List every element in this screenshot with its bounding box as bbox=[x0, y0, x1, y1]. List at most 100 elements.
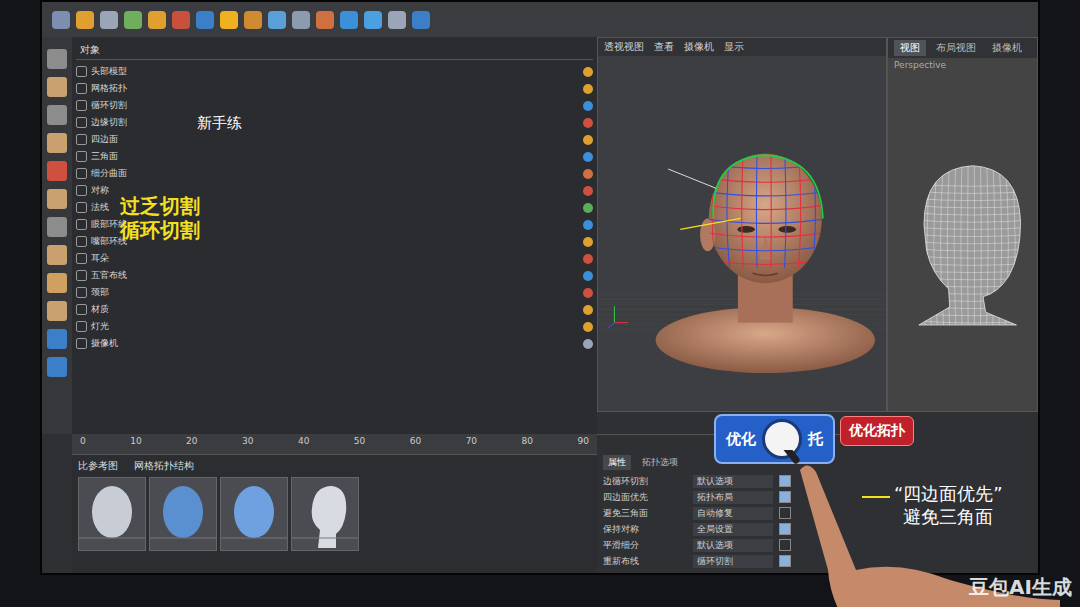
tool-icon[interactable] bbox=[47, 301, 67, 321]
property-checkbox[interactable] bbox=[779, 523, 791, 535]
tool-icon[interactable] bbox=[316, 11, 334, 29]
reference-thumbnail[interactable] bbox=[291, 477, 359, 551]
tool-icon[interactable] bbox=[47, 161, 67, 181]
status-dot-icon bbox=[583, 288, 593, 298]
object-row[interactable]: 网格拓扑 bbox=[76, 80, 593, 97]
workspace: 透视视图查看摄像机显示视图布局视图摄像机Perspective对象头部模型网格拓… bbox=[42, 37, 1038, 573]
optimize-topology-button[interactable]: 优化拓扑 bbox=[840, 416, 914, 446]
object-icon bbox=[76, 151, 87, 162]
viewport-tab[interactable]: 布局视图 bbox=[930, 40, 982, 56]
tool-icon[interactable] bbox=[412, 11, 430, 29]
property-checkbox[interactable] bbox=[779, 475, 791, 487]
optimize-toggle[interactable]: 优化托 bbox=[714, 414, 835, 464]
status-dot-icon bbox=[583, 152, 593, 162]
properties-tab[interactable]: 拓扑选项 bbox=[637, 455, 683, 470]
thumbnail-strip bbox=[72, 477, 597, 551]
property-value[interactable]: 循环切割 bbox=[693, 555, 773, 568]
reference-thumbnail[interactable] bbox=[149, 477, 217, 551]
object-label: 耳朵 bbox=[91, 252, 579, 265]
tool-icon[interactable] bbox=[47, 273, 67, 293]
object-row[interactable]: 颈部 bbox=[76, 284, 593, 301]
tool-icon[interactable] bbox=[52, 11, 70, 29]
thumbnail-title: 比参考图 bbox=[78, 459, 118, 473]
tool-icon[interactable] bbox=[47, 329, 67, 349]
status-dot-icon bbox=[583, 305, 593, 315]
property-value[interactable]: 默认选项 bbox=[693, 539, 773, 552]
tool-icon[interactable] bbox=[47, 49, 67, 69]
tool-icon[interactable] bbox=[100, 11, 118, 29]
status-dot-icon bbox=[583, 203, 593, 213]
object-row[interactable]: 五官布线 bbox=[76, 267, 593, 284]
tool-icon[interactable] bbox=[196, 11, 214, 29]
viewport-tab[interactable]: 摄像机 bbox=[986, 40, 1028, 56]
object-icon bbox=[76, 83, 87, 94]
property-value[interactable]: 默认选项 bbox=[693, 475, 773, 488]
object-row[interactable]: 四边面 bbox=[76, 131, 593, 148]
status-dot-icon bbox=[583, 118, 593, 128]
viewport-menu-item[interactable]: 查看 bbox=[654, 40, 674, 54]
wireframe-viewport[interactable]: 视图布局视图摄像机Perspective bbox=[887, 37, 1038, 412]
properties-tab[interactable]: 属性 bbox=[603, 455, 631, 470]
main-viewport[interactable]: 透视视图查看摄像机显示 bbox=[597, 37, 887, 412]
tool-icon[interactable] bbox=[47, 217, 67, 237]
tool-icon[interactable] bbox=[47, 133, 67, 153]
tool-icon[interactable] bbox=[220, 11, 238, 29]
viewport-menu-item[interactable]: 显示 bbox=[724, 40, 744, 54]
toggle-right-label: 托 bbox=[808, 430, 823, 449]
object-row[interactable]: 三角面 bbox=[76, 148, 593, 165]
timeline-tick: 20 bbox=[186, 436, 197, 452]
tool-icon[interactable] bbox=[47, 189, 67, 209]
property-value[interactable]: 全局设置 bbox=[693, 523, 773, 536]
tool-icon[interactable] bbox=[388, 11, 406, 29]
property-checkbox[interactable] bbox=[779, 539, 791, 551]
tool-icon[interactable] bbox=[172, 11, 190, 29]
tool-icon[interactable] bbox=[244, 11, 262, 29]
object-label: 摄像机 bbox=[91, 337, 579, 350]
tool-icon[interactable] bbox=[47, 357, 67, 377]
property-value[interactable]: 拓扑布局 bbox=[693, 491, 773, 504]
property-label: 平滑细分 bbox=[603, 539, 687, 552]
object-row[interactable]: 边缘切割 bbox=[76, 114, 593, 131]
viewport-tab[interactable]: 视图 bbox=[894, 40, 926, 56]
object-row[interactable]: 材质 bbox=[76, 301, 593, 318]
timeline[interactable]: 0102030405060708090 bbox=[72, 434, 597, 455]
tool-icon[interactable] bbox=[292, 11, 310, 29]
property-value[interactable]: 自动修复 bbox=[693, 507, 773, 520]
viewport-menu-item[interactable]: 摄像机 bbox=[684, 40, 714, 54]
object-label: 细分曲面 bbox=[91, 167, 579, 180]
callout-line: 避免三角面 bbox=[894, 505, 1003, 528]
tool-icon[interactable] bbox=[364, 11, 382, 29]
reference-thumbnail[interactable] bbox=[78, 477, 146, 551]
object-icon bbox=[76, 66, 87, 77]
object-icon bbox=[76, 202, 87, 213]
object-row[interactable]: 灯光 bbox=[76, 318, 593, 335]
tool-icon[interactable] bbox=[47, 105, 67, 125]
tool-icon[interactable] bbox=[124, 11, 142, 29]
object-icon bbox=[76, 338, 87, 349]
property-checkbox[interactable] bbox=[779, 491, 791, 503]
timeline-tick: 10 bbox=[130, 436, 141, 452]
property-checkbox[interactable] bbox=[779, 555, 791, 567]
tool-icon[interactable] bbox=[47, 77, 67, 97]
object-icon bbox=[76, 287, 87, 298]
thumbnail-subtitle: 网格拓扑结构 bbox=[134, 459, 194, 473]
tool-icon[interactable] bbox=[47, 245, 67, 265]
head-thumbnail-icon bbox=[221, 478, 287, 550]
tool-icon[interactable] bbox=[148, 11, 166, 29]
head-thumbnail-icon bbox=[292, 478, 358, 550]
tool-icon[interactable] bbox=[76, 11, 94, 29]
reference-thumbnail[interactable] bbox=[220, 477, 288, 551]
tool-icon[interactable] bbox=[268, 11, 286, 29]
object-row[interactable]: 耳朵 bbox=[76, 250, 593, 267]
status-dot-icon bbox=[583, 186, 593, 196]
property-checkbox[interactable] bbox=[779, 507, 791, 519]
object-label: 颈部 bbox=[91, 286, 579, 299]
status-dot-icon bbox=[583, 237, 593, 247]
object-row[interactable]: 头部模型 bbox=[76, 63, 593, 80]
object-row[interactable]: 摄像机 bbox=[76, 335, 593, 352]
object-row[interactable]: 细分曲面 bbox=[76, 165, 593, 182]
object-row[interactable]: 循环切割 bbox=[76, 97, 593, 114]
object-icon bbox=[76, 219, 87, 230]
toggle-knob[interactable] bbox=[762, 419, 802, 459]
tool-icon[interactable] bbox=[340, 11, 358, 29]
